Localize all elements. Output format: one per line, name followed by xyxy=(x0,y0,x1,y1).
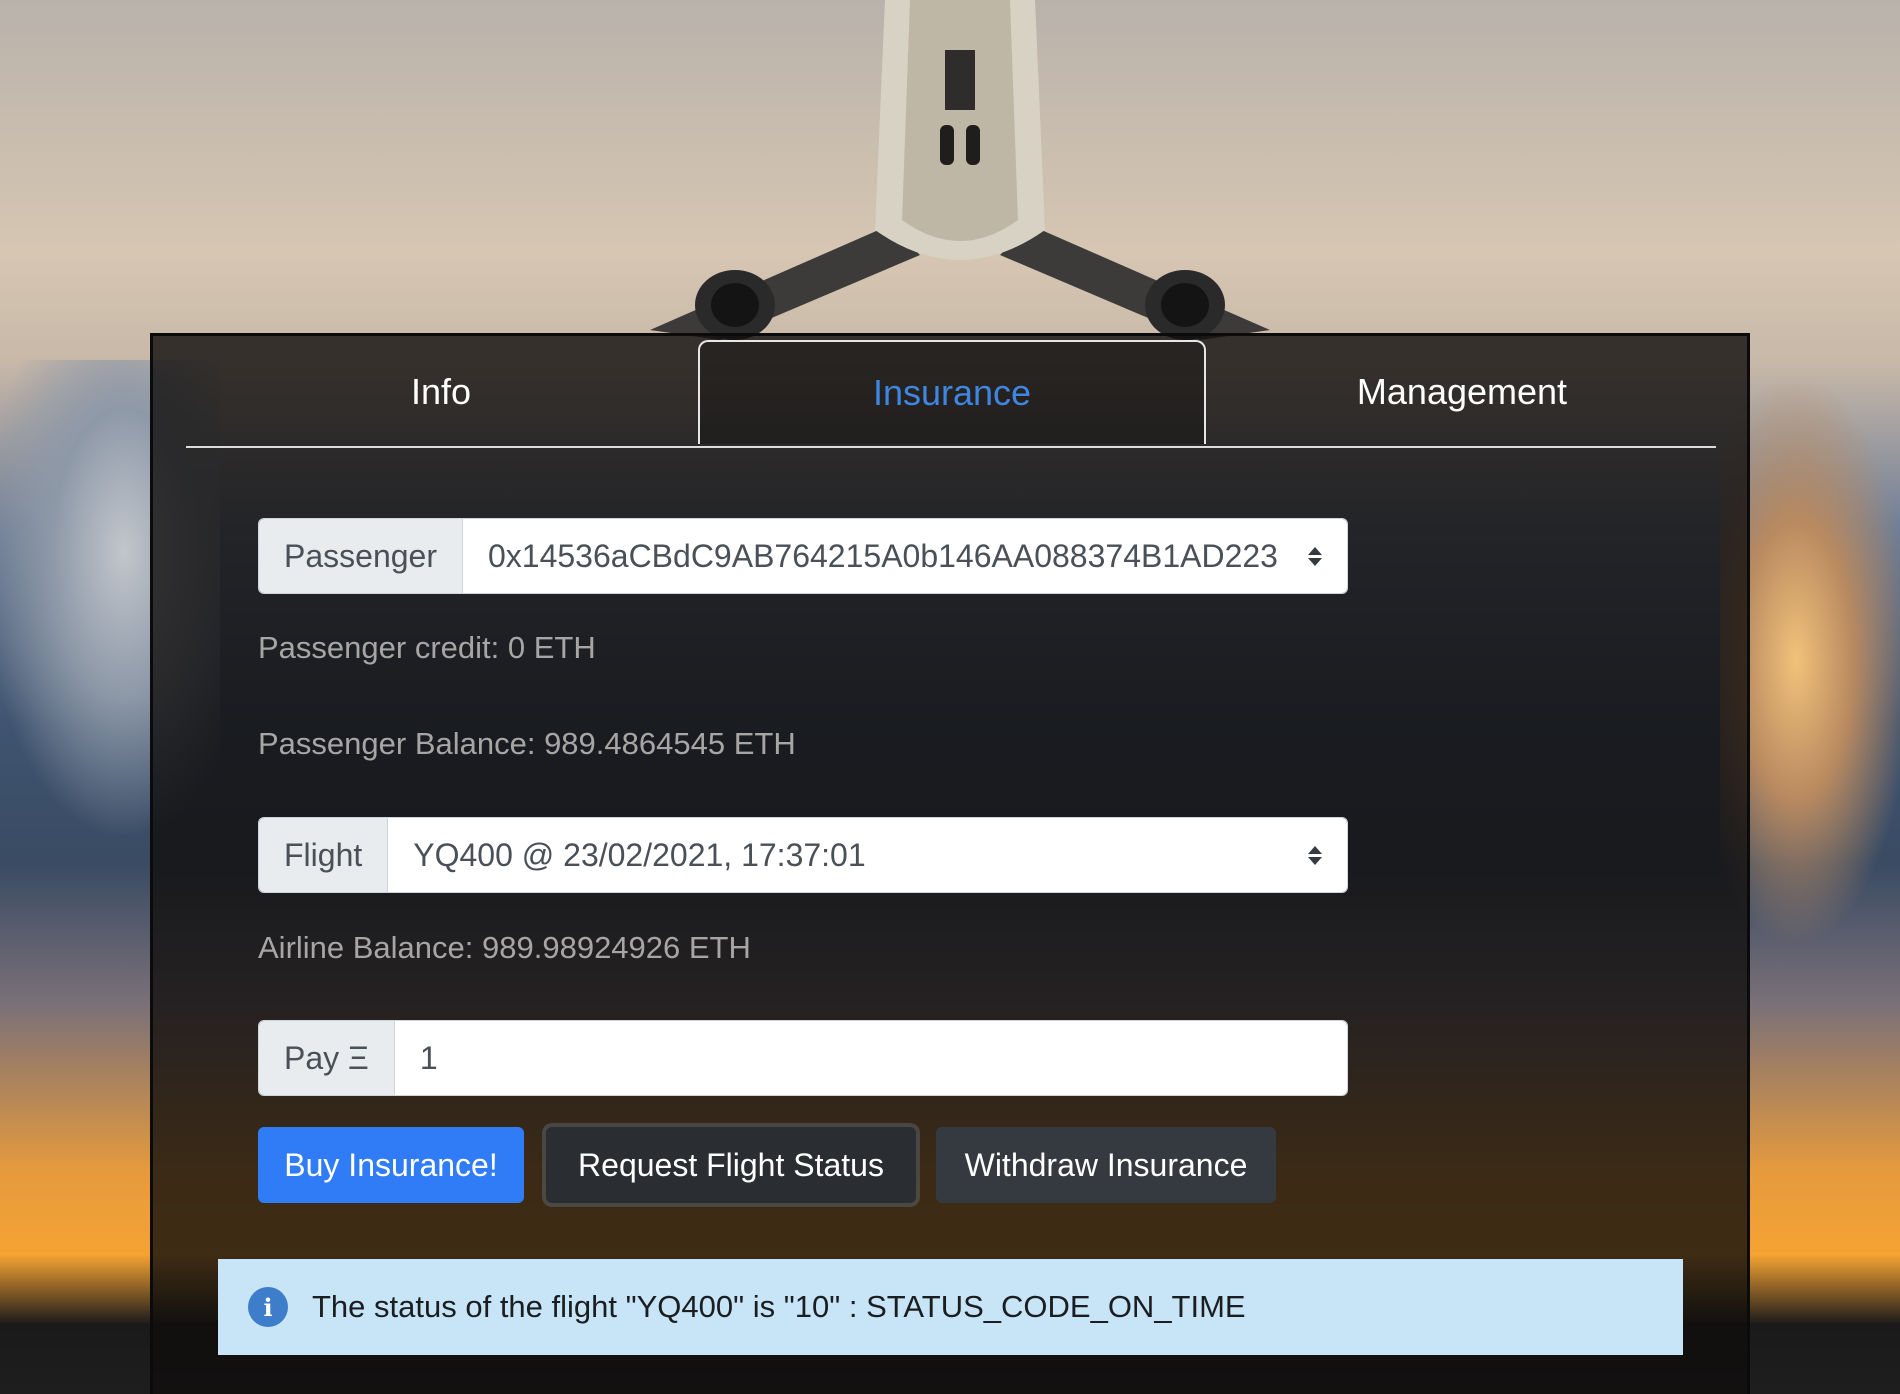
flight-select[interactable]: YQ400 @ 23/02/2021, 17:37:01 xyxy=(388,818,1347,892)
status-alert-message: The status of the flight "YQ400" is "10"… xyxy=(312,1289,1246,1324)
tab-management[interactable]: Management xyxy=(1208,340,1716,444)
select-arrows-icon xyxy=(1308,546,1322,566)
pay-label: Pay Ξ xyxy=(259,1021,395,1095)
passenger-select-value: 0x14536aCBdC9AB764215A0b146AA088374B1AD2… xyxy=(487,537,1278,574)
airplane-image xyxy=(650,0,1270,340)
withdraw-insurance-button[interactable]: Withdraw Insurance xyxy=(936,1127,1276,1203)
main-panel: Info Insurance Management Passenger 0x14… xyxy=(150,333,1750,1394)
flight-select-value: YQ400 @ 23/02/2021, 17:37:01 xyxy=(413,836,866,873)
select-arrows-icon xyxy=(1308,845,1322,865)
buy-insurance-button[interactable]: Buy Insurance! xyxy=(258,1127,524,1203)
tab-insurance[interactable]: Insurance xyxy=(698,340,1206,444)
flight-input-group: Flight YQ400 @ 23/02/2021, 17:37:01 xyxy=(258,817,1348,893)
info-icon: i xyxy=(248,1287,288,1327)
passenger-select[interactable]: 0x14536aCBdC9AB764215A0b146AA088374B1AD2… xyxy=(462,519,1347,593)
request-flight-status-button[interactable]: Request Flight Status xyxy=(546,1127,916,1203)
pay-input-group: Pay Ξ xyxy=(258,1020,1348,1096)
passenger-credit-text: Passenger credit: 0 ETH xyxy=(258,630,596,665)
tab-bar: Info Insurance Management xyxy=(186,336,1716,448)
status-alert: i The status of the flight "YQ400" is "1… xyxy=(218,1259,1683,1355)
airline-balance-text: Airline Balance: 989.98924926 ETH xyxy=(258,930,751,965)
passenger-balance-text: Passenger Balance: 989.4864545 ETH xyxy=(258,726,796,761)
passenger-label: Passenger xyxy=(259,519,463,593)
flight-label: Flight xyxy=(259,818,389,892)
pay-amount-input[interactable] xyxy=(394,1021,1347,1095)
passenger-input-group: Passenger 0x14536aCBdC9AB764215A0b146AA0… xyxy=(258,518,1348,594)
tab-info[interactable]: Info xyxy=(186,340,696,444)
